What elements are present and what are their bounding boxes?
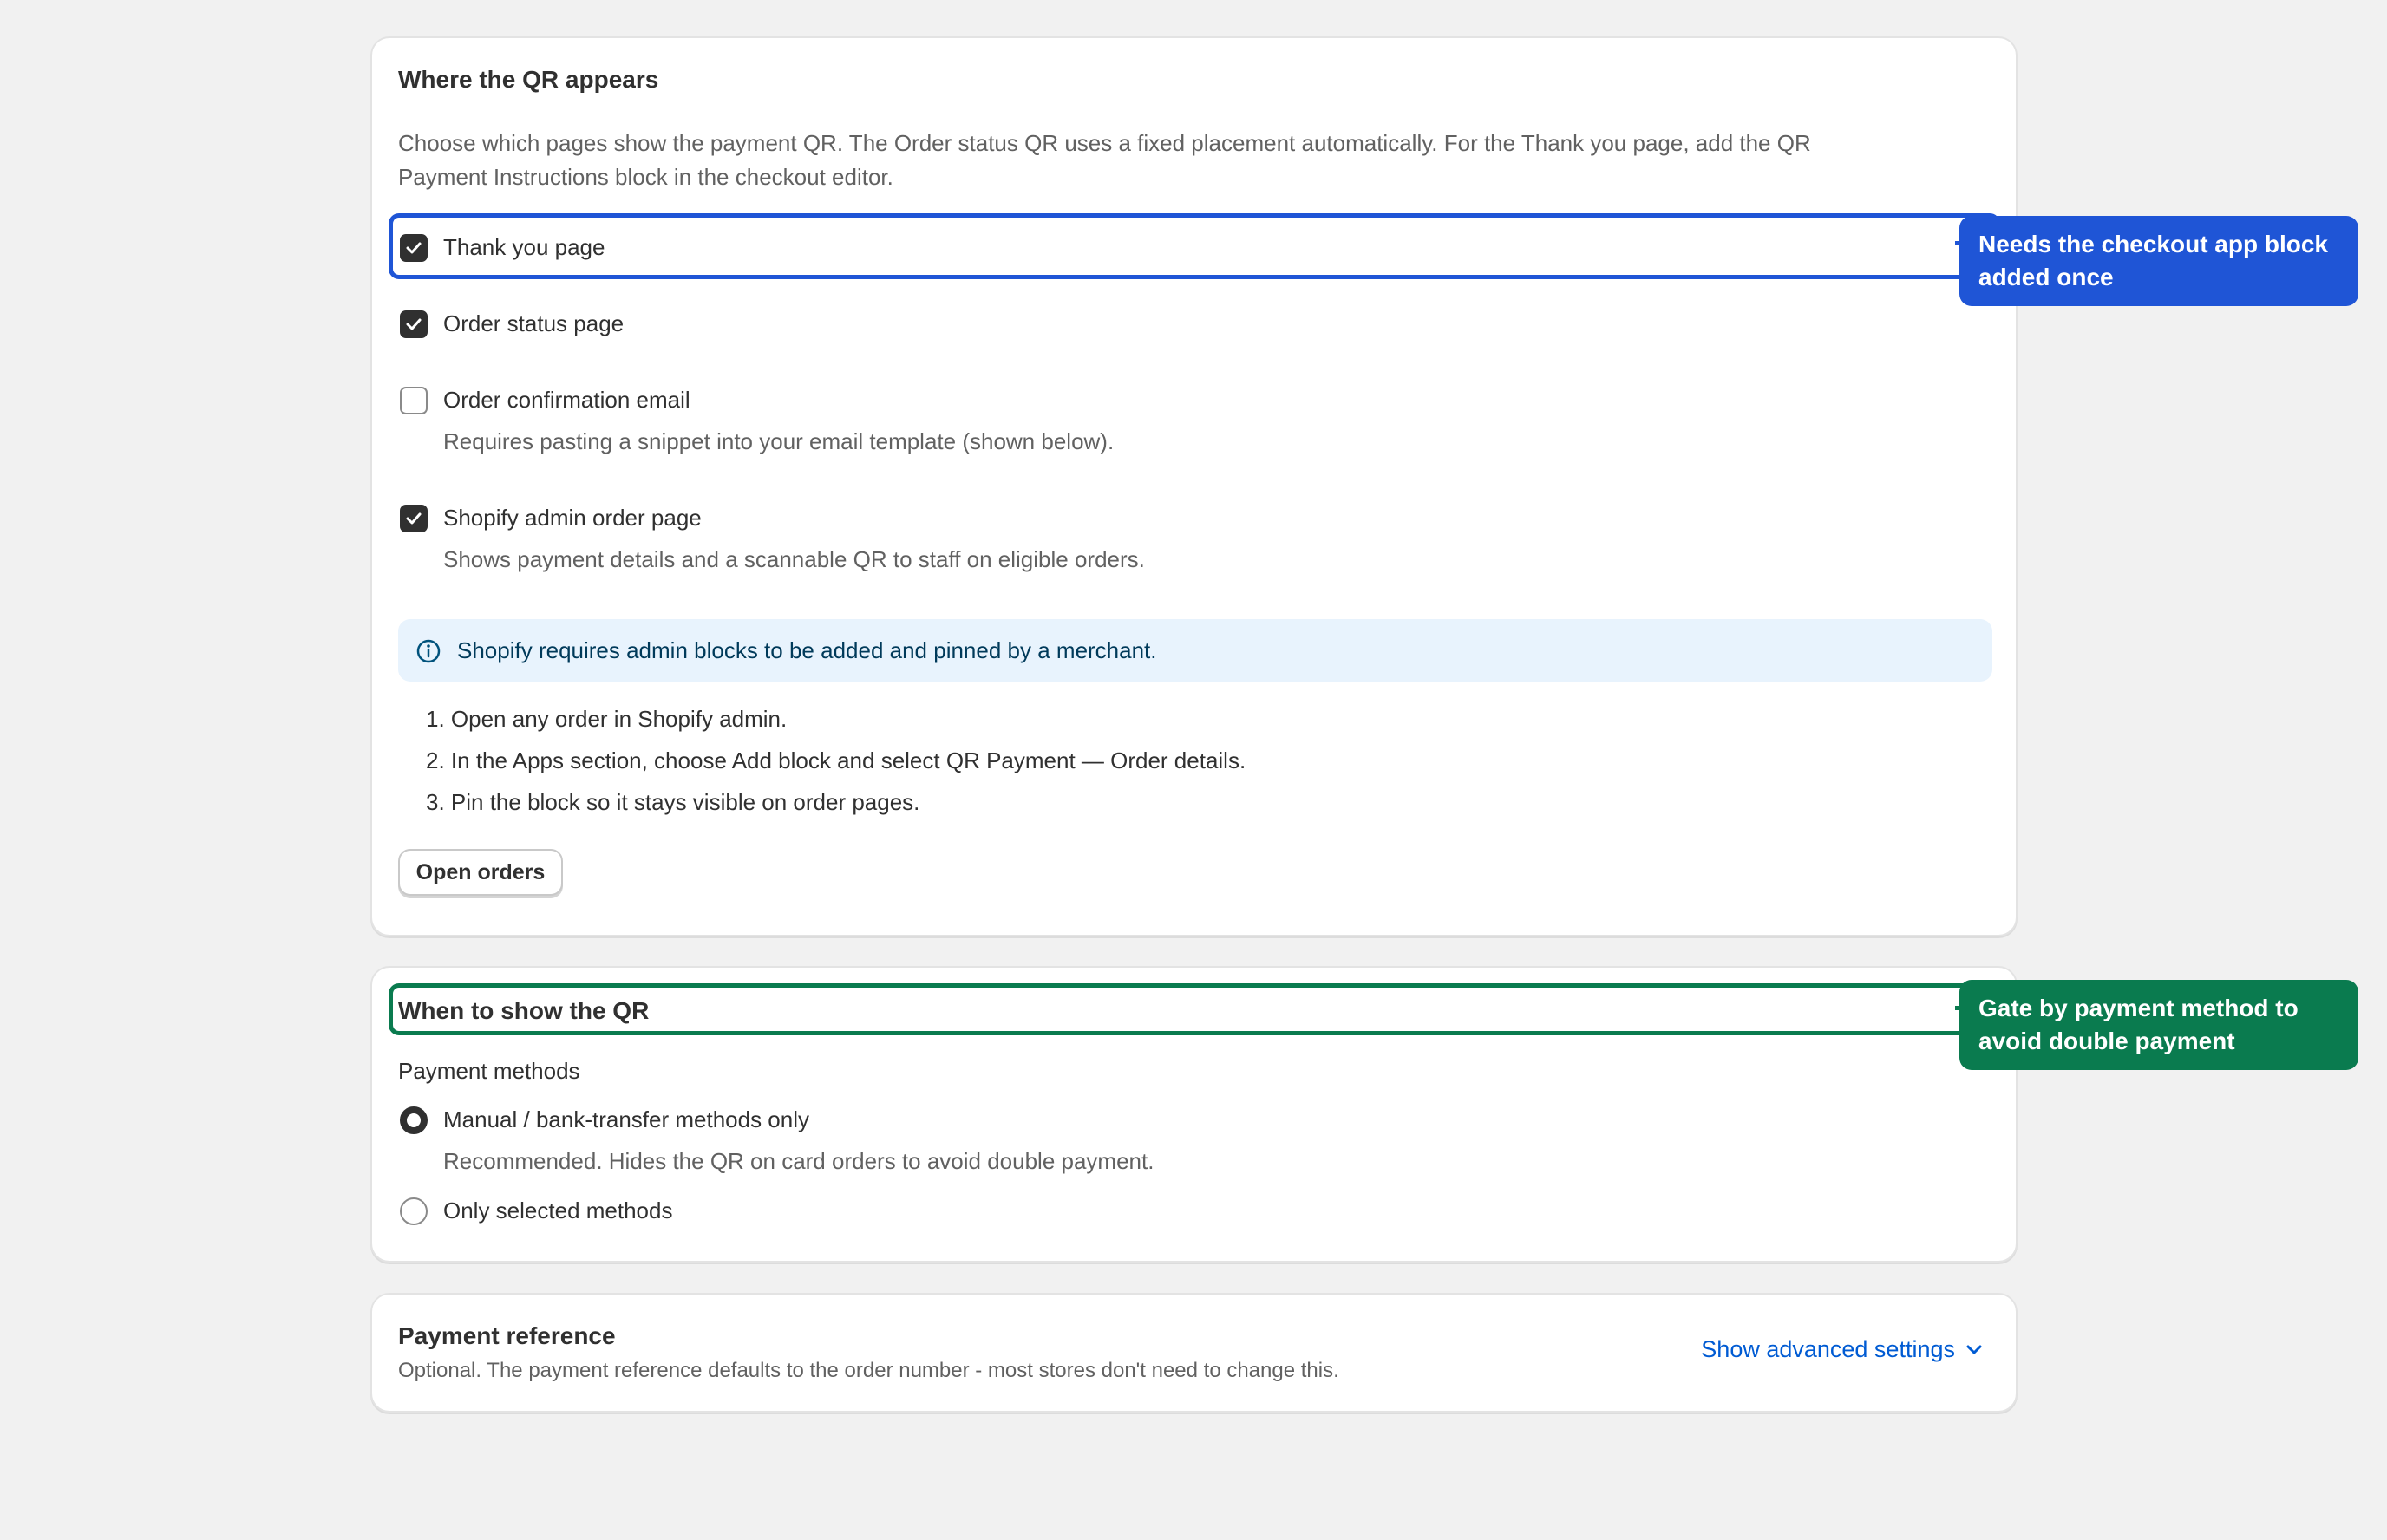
- placement-description-line2: Payment Instructions block in the checko…: [398, 164, 893, 190]
- step-item: 1. Open any order in Shopify admin.: [426, 706, 788, 732]
- checkmark-icon: [406, 512, 422, 525]
- admin-order-page-label[interactable]: Shopify admin order page: [443, 501, 702, 535]
- order-confirmation-email-checkbox[interactable]: [400, 387, 428, 414]
- payment-reference-card: Payment reference Optional. The payment …: [370, 1293, 2018, 1413]
- show-advanced-settings-link[interactable]: Show advanced settings: [1701, 1336, 1983, 1363]
- manual-methods-help: Recommended. Hides the QR on card orders…: [443, 1148, 1154, 1174]
- admin-order-page-help: Shows payment details and a scannable QR…: [443, 546, 1145, 572]
- gate-payment-callout: Gate by payment method to avoid double p…: [1959, 980, 2358, 1070]
- payment-reference-subtitle: Optional. The payment reference defaults…: [398, 1359, 1339, 1382]
- admin-order-page-checkbox[interactable]: [400, 505, 428, 532]
- payment-methods-label: Payment methods: [398, 1058, 580, 1084]
- selected-methods-label[interactable]: Only selected methods: [443, 1194, 672, 1228]
- placement-title: Where the QR appears: [398, 66, 659, 93]
- step-item: 3. Pin the block so it stays visible on …: [426, 789, 920, 815]
- manual-methods-radio[interactable]: [400, 1106, 428, 1134]
- step-item: 2. In the Apps section, choose Add block…: [426, 747, 1246, 773]
- order-confirmation-email-label[interactable]: Order confirmation email: [443, 383, 690, 417]
- checkout-block-callout: Needs the checkout app block added once: [1959, 216, 2358, 306]
- show-advanced-settings-label[interactable]: Show advanced settings: [1701, 1336, 1955, 1363]
- checkout-callout-line2: added once: [1978, 264, 2114, 290]
- payment-reference-title: Payment reference: [398, 1322, 616, 1349]
- order-status-page-label[interactable]: Order status page: [443, 307, 624, 341]
- info-icon: [416, 639, 441, 663]
- order-confirmation-email-help: Requires pasting a snippet into your ema…: [443, 428, 1115, 454]
- selected-methods-radio[interactable]: [400, 1197, 428, 1225]
- gate-callout-line1: Gate by payment method to: [1978, 995, 2299, 1021]
- gate-callout-line2: avoid double payment: [1978, 1028, 2235, 1054]
- settings-page: Where the QR appears Choose which pages …: [0, 0, 2387, 1540]
- admin-blocks-info-banner: Shopify requires admin blocks to be adde…: [398, 619, 1992, 682]
- when-title-highlight: [389, 983, 2000, 1035]
- thank-you-page-highlight: [389, 213, 2000, 279]
- placement-card: Where the QR appears Choose which pages …: [370, 36, 2018, 936]
- manual-methods-label[interactable]: Manual / bank-transfer methods only: [443, 1103, 809, 1137]
- placement-description-line1: Choose which pages show the payment QR. …: [398, 130, 1811, 156]
- admin-blocks-info-text: Shopify requires admin blocks to be adde…: [457, 637, 1157, 663]
- checkmark-icon: [406, 318, 422, 330]
- chevron-down-icon: [1966, 1345, 1982, 1354]
- checkout-callout-line1: Needs the checkout app block: [1978, 231, 2328, 258]
- open-orders-button[interactable]: Open orders: [398, 849, 563, 896]
- order-status-page-checkbox[interactable]: [400, 310, 428, 338]
